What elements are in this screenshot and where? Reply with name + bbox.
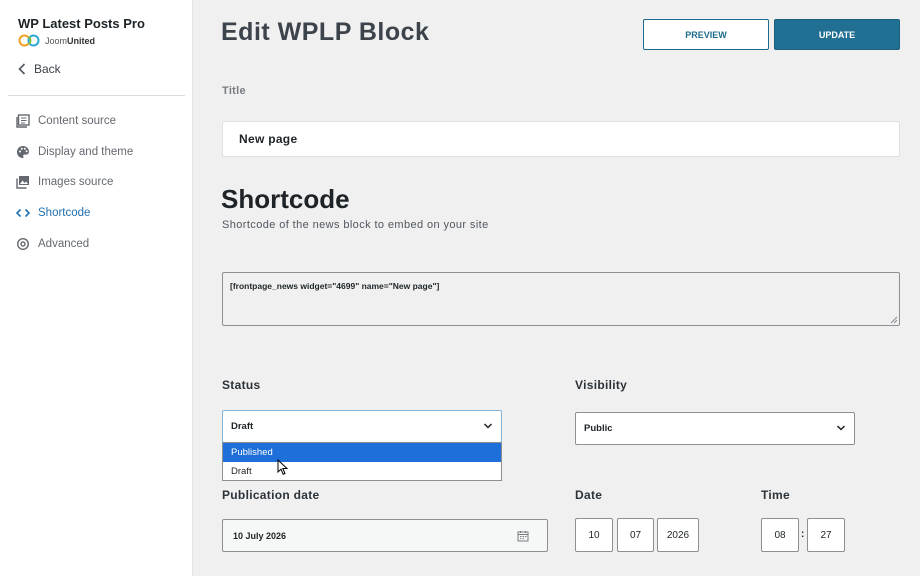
sidebar-divider <box>8 95 185 96</box>
brand-logo-text: JoomUnited <box>45 35 96 46</box>
brand-logo: JoomUnited <box>18 34 95 47</box>
sidebar-item-content-source[interactable]: Content source <box>0 106 193 137</box>
shortcode-heading: Shortcode <box>221 184 350 214</box>
images-icon <box>16 176 29 190</box>
shortcode-value: [frontpage_news widget="4699" name="New … <box>230 281 440 291</box>
sidebar-item-shortcode[interactable]: Shortcode <box>0 198 193 229</box>
calendar-icon[interactable] <box>517 530 529 542</box>
time-label: Time <box>761 488 790 502</box>
sidebar-item-label: Images source <box>38 176 114 189</box>
brand-title: WP Latest Posts Pro <box>18 16 145 31</box>
title-label: Title <box>222 85 246 97</box>
shortcode-textarea[interactable]: [frontpage_news widget="4699" name="New … <box>222 272 900 326</box>
hour-input[interactable]: 08 <box>761 518 799 552</box>
status-dropdown-list: Published Draft <box>222 442 502 481</box>
sidebar-item-label: Display and theme <box>38 145 134 158</box>
sidebar-item-display-theme[interactable]: Display and theme <box>0 137 193 168</box>
status-label: Status <box>222 378 261 392</box>
resize-grip-icon[interactable] <box>890 316 898 324</box>
publication-date-input[interactable]: 10 July 2026 <box>222 519 548 552</box>
shortcode-subtitle: Shortcode of the news block to embed on … <box>222 219 489 231</box>
chevron-left-icon <box>18 63 26 75</box>
time-separator: : <box>801 529 805 540</box>
status-selected-value: Draft <box>231 421 254 432</box>
update-button[interactable]: UPDATE <box>774 19 900 50</box>
sidebar-nav: Content source Display and theme Images … <box>0 106 193 259</box>
visibility-select[interactable]: Public <box>575 412 855 445</box>
title-input[interactable]: New page <box>222 121 900 157</box>
sidebar-item-label: Shortcode <box>38 207 91 220</box>
year-input[interactable]: 2026 <box>657 518 699 552</box>
publication-date-label: Publication date <box>222 488 320 502</box>
status-select[interactable]: Draft <box>222 410 502 443</box>
mouse-cursor-icon <box>277 459 289 475</box>
sidebar-item-images-source[interactable]: Images source <box>0 167 193 198</box>
sidebar-item-label: Content source <box>38 115 116 128</box>
minute-input[interactable]: 27 <box>807 518 845 552</box>
sidebar: WP Latest Posts Pro JoomUnited Back Cont… <box>0 0 193 576</box>
gear-icon <box>16 237 30 250</box>
main-content: Edit WPLP Block PREVIEW UPDATE Title New… <box>193 0 920 576</box>
month-input[interactable]: 07 <box>617 518 654 552</box>
back-link[interactable]: Back <box>18 62 61 76</box>
sidebar-item-label: Advanced <box>38 237 90 250</box>
preview-button[interactable]: PREVIEW <box>643 19 769 50</box>
date-label: Date <box>575 488 603 502</box>
publication-date-value: 10 July 2026 <box>233 530 287 541</box>
visibility-label: Visibility <box>575 378 628 392</box>
day-input[interactable]: 10 <box>575 518 613 552</box>
code-icon <box>16 209 30 218</box>
chevron-down-icon <box>483 423 493 429</box>
joomunited-logo-icon <box>18 34 40 47</box>
page-title: Edit WPLP Block <box>221 18 430 46</box>
visibility-selected-value: Public <box>584 423 613 434</box>
chevron-down-icon <box>836 425 846 431</box>
status-option-draft[interactable]: Draft <box>223 462 501 481</box>
status-option-published[interactable]: Published <box>223 443 501 462</box>
back-label: Back <box>34 62 61 76</box>
sidebar-item-advanced[interactable]: Advanced <box>0 228 193 259</box>
palette-icon <box>17 145 29 158</box>
content-source-icon <box>16 114 30 128</box>
